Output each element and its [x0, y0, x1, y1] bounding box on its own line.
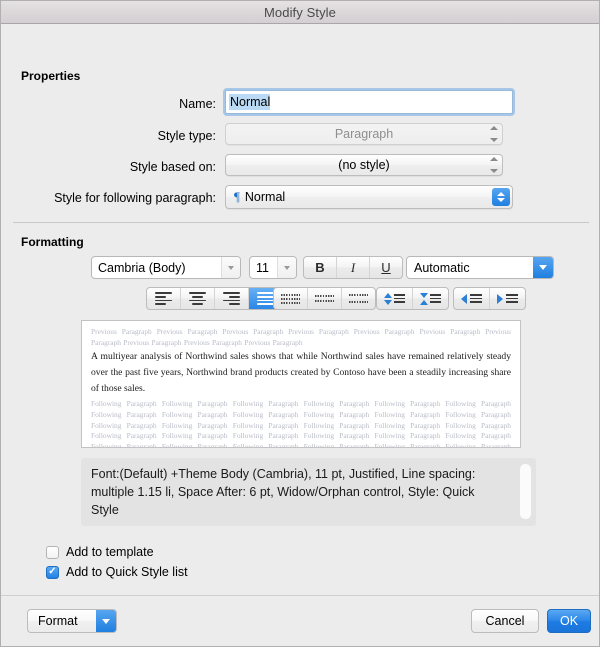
style-description-box: Font:(Default) +Theme Body (Cambria), 11… — [81, 458, 536, 526]
modify-style-dialog: Modify Style Properties Name: Normal Sty… — [0, 0, 600, 647]
style-following-paragraph-value: Normal — [244, 190, 286, 204]
alignment-group — [146, 287, 283, 310]
style-following-paragraph-popup[interactable]: ¶ Normal — [225, 185, 513, 209]
chevron-down-icon[interactable] — [96, 610, 116, 632]
align-center-icon — [189, 292, 206, 305]
style-based-on-popup[interactable]: (no style) — [225, 154, 503, 176]
chevron-updown-icon — [489, 126, 498, 142]
align-center-button[interactable] — [181, 288, 215, 309]
style-type-value: Paragraph — [334, 127, 394, 141]
add-to-quick-style-list-checkbox[interactable]: ✓ — [46, 565, 59, 579]
bold-label: B — [315, 260, 325, 275]
style-name-input[interactable]: Normal — [225, 90, 513, 114]
line-spacing-group — [273, 287, 376, 310]
decrease-indent-icon — [461, 293, 482, 304]
style-description-text: Font:(Default) +Theme Body (Cambria), 11… — [91, 467, 476, 517]
line-spacing-one-half-button[interactable] — [308, 288, 342, 309]
preview-following-paragraph: Following Paragraph Following Paragraph … — [91, 399, 511, 448]
dialog-footer: Format Cancel OK — [1, 595, 599, 646]
decrease-indent-button[interactable] — [454, 288, 490, 309]
chevron-down-icon[interactable] — [277, 257, 296, 278]
preview-previous-paragraph: Previous Paragraph Previous Paragraph Pr… — [91, 327, 511, 347]
style-type-popup: Paragraph — [225, 123, 503, 145]
pilcrow-icon: ¶ — [234, 189, 240, 204]
underline-label: U — [381, 260, 391, 275]
align-justify-icon — [257, 292, 274, 305]
font-family-value: Cambria (Body) — [98, 260, 186, 275]
chevron-updown-icon[interactable] — [492, 188, 510, 206]
add-to-quick-style-list-row[interactable]: ✓ Add to Quick Style list — [46, 565, 188, 579]
font-size-combo[interactable]: 11 — [249, 256, 297, 279]
format-button[interactable]: Format — [27, 609, 117, 633]
style-following-paragraph-label: Style for following paragraph: — [54, 191, 216, 205]
decrease-paragraph-spacing-icon — [384, 292, 405, 305]
indent-group — [453, 287, 526, 310]
name-label: Name: — [179, 97, 216, 111]
paragraph-spacing-group — [376, 287, 449, 310]
line-spacing-single-button[interactable] — [274, 288, 308, 309]
style-name-value: Normal — [229, 94, 271, 110]
dialog-body: Properties Name: Normal Style type: Para… — [1, 24, 599, 646]
bold-button[interactable]: B — [304, 257, 337, 278]
align-left-button[interactable] — [147, 288, 181, 309]
line-spacing-double-button[interactable] — [342, 288, 375, 309]
italic-button[interactable]: I — [337, 257, 370, 278]
underline-button[interactable]: U — [370, 257, 402, 278]
properties-section-label: Properties — [21, 69, 81, 83]
italic-label: I — [350, 259, 356, 275]
style-based-on-value: (no style) — [338, 158, 390, 172]
dialog-titlebar: Modify Style — [1, 1, 599, 24]
align-left-icon — [155, 292, 172, 305]
formatting-section-label: Formatting — [21, 235, 84, 249]
chevron-updown-icon — [489, 157, 498, 173]
font-color-value: Automatic — [414, 260, 470, 275]
text-style-group: B I U — [303, 256, 403, 279]
add-to-template-checkbox[interactable] — [46, 545, 59, 559]
style-based-on-label: Style based on: — [129, 160, 216, 174]
increase-paragraph-spacing-button[interactable] — [413, 288, 448, 309]
line-spacing-single-icon — [281, 293, 300, 304]
ok-button[interactable]: OK — [547, 609, 591, 633]
description-scrollbar[interactable] — [520, 464, 531, 519]
align-right-button[interactable] — [215, 288, 249, 309]
cancel-button[interactable]: Cancel — [471, 609, 539, 633]
font-color-popup[interactable]: Automatic — [406, 256, 554, 279]
increase-indent-button[interactable] — [490, 288, 525, 309]
checkmark-icon: ✓ — [48, 566, 57, 577]
format-button-label: Format — [38, 614, 78, 628]
align-right-icon — [223, 292, 240, 305]
dialog-title: Modify Style — [263, 4, 336, 20]
font-size-value: 11 — [256, 260, 269, 275]
line-spacing-double-icon — [349, 294, 368, 303]
decrease-paragraph-spacing-button[interactable] — [377, 288, 413, 309]
style-preview-pane: Previous Paragraph Previous Paragraph Pr… — [81, 320, 521, 448]
ok-button-label: OK — [559, 614, 579, 628]
increase-indent-icon — [497, 293, 518, 304]
add-to-quick-style-list-label: Add to Quick Style list — [66, 565, 188, 579]
add-to-template-label: Add to template — [66, 545, 154, 559]
font-family-combo[interactable]: Cambria (Body) — [91, 256, 241, 279]
cancel-button-label: Cancel — [485, 614, 525, 628]
add-to-template-row[interactable]: Add to template — [46, 545, 154, 559]
line-spacing-one-half-icon — [315, 295, 334, 302]
increase-paragraph-spacing-icon — [420, 292, 441, 305]
chevron-down-icon[interactable] — [533, 257, 553, 278]
preview-sample-text: A multiyear analysis of Northwind sales … — [91, 351, 511, 394]
chevron-down-icon[interactable] — [221, 257, 240, 278]
style-type-label: Style type: — [157, 129, 216, 143]
section-divider — [13, 222, 589, 223]
